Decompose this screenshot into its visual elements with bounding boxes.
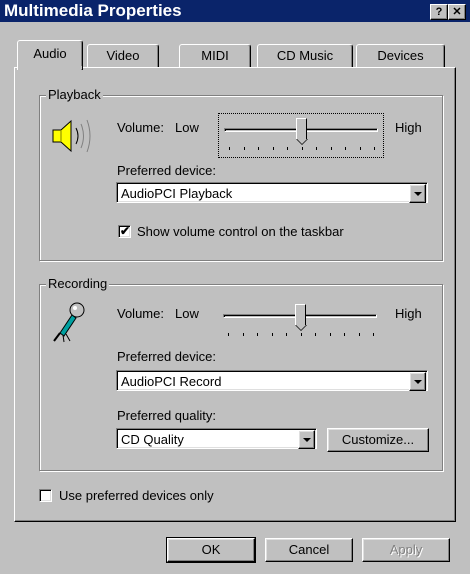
tab-cd-music[interactable]: CD Music	[257, 44, 353, 68]
close-button[interactable]: ✕	[448, 4, 466, 20]
slider-tick	[344, 333, 345, 336]
slider-tick	[359, 147, 361, 150]
speaker-icon	[49, 116, 99, 156]
playback-group-label: Playback	[46, 87, 103, 102]
title-bar: Multimedia Properties ? ✕	[0, 0, 470, 22]
customize-button[interactable]: Customize...	[327, 428, 429, 452]
recording-preferred-device-label: Preferred device:	[117, 349, 216, 364]
playback-volume-label: Volume:	[117, 120, 164, 135]
slider-tick	[373, 333, 374, 336]
slider-tick	[257, 333, 258, 336]
chevron-down-icon	[414, 380, 422, 384]
preferred-quality-label: Preferred quality:	[117, 408, 216, 423]
cancel-button[interactable]: Cancel	[265, 538, 353, 562]
playback-device-select[interactable]: AudioPCI Playback	[116, 182, 428, 203]
tab-midi[interactable]: MIDI	[179, 44, 251, 68]
playback-device-dropdown-button[interactable]	[409, 184, 426, 203]
slider-tick	[228, 333, 229, 336]
playback-low-label: Low	[175, 120, 199, 135]
recording-group-label: Recording	[46, 276, 110, 291]
slider-tick	[229, 147, 230, 150]
slider-tick	[243, 147, 245, 150]
slider-tick	[374, 147, 375, 150]
microphone-icon	[50, 299, 90, 343]
chevron-down-icon	[303, 438, 311, 442]
tab-video[interactable]: Video	[87, 44, 159, 68]
slider-tick	[358, 333, 360, 336]
slider-tick	[258, 147, 259, 150]
playback-high-label: High	[395, 120, 422, 135]
slider-tick	[301, 147, 303, 150]
playback-preferred-device-label: Preferred device:	[117, 163, 216, 178]
active-tab-join	[18, 66, 82, 69]
recording-volume-label: Volume:	[117, 306, 164, 321]
slider-tick	[345, 147, 346, 150]
slider-tick	[330, 147, 332, 150]
show-volume-checkbox[interactable]: ✔	[118, 225, 131, 238]
slider-tick	[242, 333, 244, 336]
recording-device-dropdown-button[interactable]	[409, 372, 426, 391]
apply-button[interactable]: Apply	[362, 538, 450, 562]
show-volume-label[interactable]: Show volume control on the taskbar	[137, 224, 344, 240]
recording-high-label: High	[395, 306, 422, 321]
recording-volume-slider[interactable]	[218, 300, 384, 340]
recording-device-value: AudioPCI Record	[121, 374, 222, 389]
slider-tick	[329, 333, 331, 336]
recording-slider-thumb[interactable]	[295, 304, 307, 331]
slider-tick	[287, 147, 288, 150]
preferred-quality-select[interactable]: CD Quality	[116, 428, 317, 449]
help-button[interactable]: ?	[430, 4, 448, 20]
playback-device-value: AudioPCI Playback	[121, 186, 233, 201]
slider-tick	[272, 147, 274, 150]
playback-volume-slider[interactable]	[218, 113, 384, 158]
use-preferred-label[interactable]: Use preferred devices only	[59, 488, 214, 504]
use-preferred-checkbox[interactable]	[39, 489, 52, 502]
tab-devices[interactable]: Devices	[356, 44, 445, 68]
slider-tick	[300, 333, 302, 336]
recording-device-select[interactable]: AudioPCI Record	[116, 370, 428, 391]
chevron-down-icon	[414, 192, 422, 196]
checkmark-icon: ✔	[120, 224, 131, 238]
window-title: Multimedia Properties	[4, 1, 182, 20]
recording-low-label: Low	[175, 306, 199, 321]
ok-button[interactable]: OK	[166, 537, 256, 563]
slider-tick	[315, 333, 316, 336]
slider-tick	[286, 333, 287, 336]
slider-tick	[316, 147, 317, 150]
slider-tick	[271, 333, 273, 336]
preferred-quality-dropdown-button[interactable]	[298, 430, 315, 449]
preferred-quality-value: CD Quality	[121, 432, 184, 447]
playback-slider-thumb[interactable]	[296, 118, 308, 145]
